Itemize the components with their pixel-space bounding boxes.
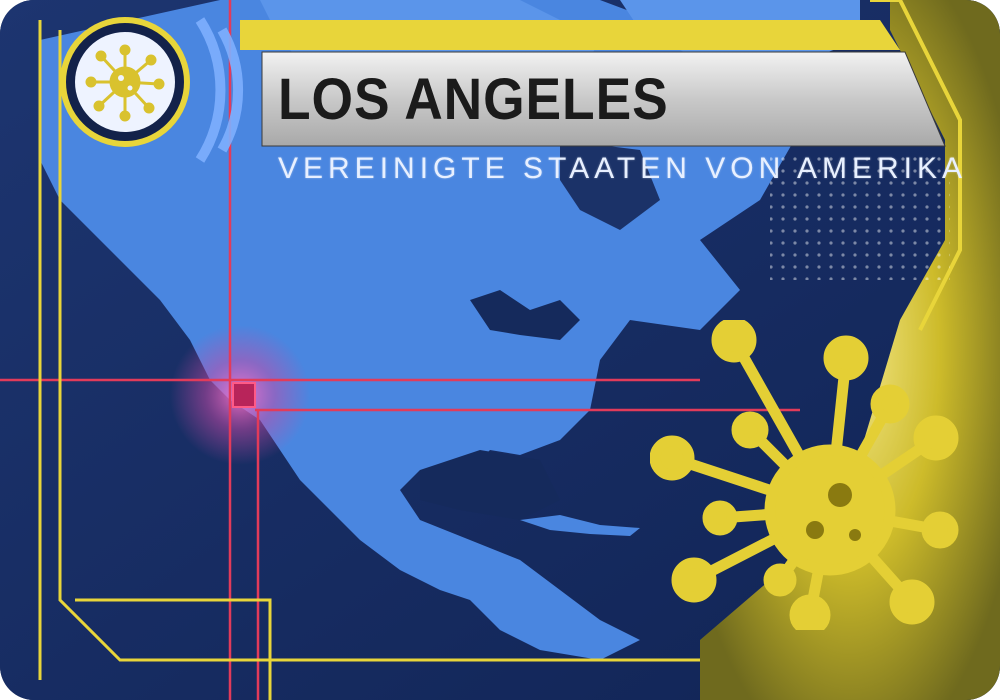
virus-icon [85,44,165,122]
city-card[interactable]: LOS ANGELES VEREINIGTE STAATEN VON AMERI… [0,0,1000,700]
country-name: VEREINIGTE STAATEN VON AMERIKA [278,152,967,185]
city-marker [232,382,256,408]
virus-icon [650,320,959,630]
city-name: LOS ANGELES [278,67,669,132]
